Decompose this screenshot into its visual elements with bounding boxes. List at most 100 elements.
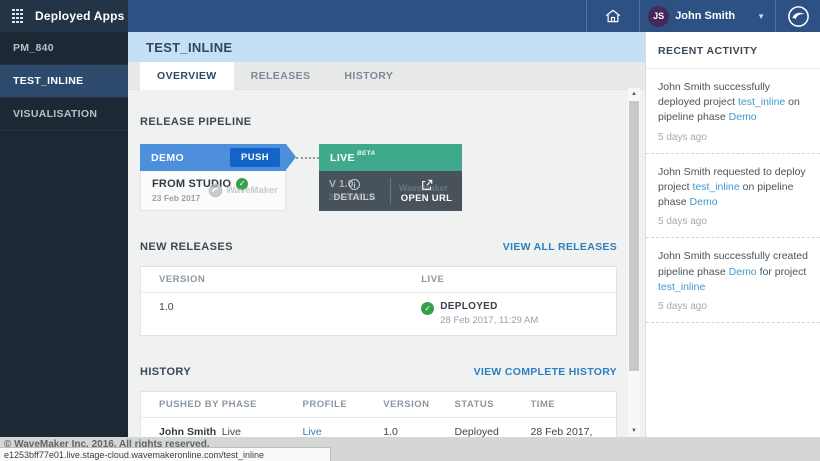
open-url-label: OPEN URL — [401, 193, 453, 204]
open-url-button[interactable]: OPEN URL — [391, 171, 462, 211]
new-releases-table-header: VERSION LIVE — [141, 267, 616, 293]
column-header-phase: PHASE — [222, 399, 303, 410]
activity-timestamp: 5 days ago — [658, 301, 808, 312]
tab-history[interactable]: HISTORY — [327, 62, 410, 90]
column-header-time: TIME — [531, 399, 617, 410]
history-time-cell: 28 Feb 2017, — [531, 426, 617, 437]
sidebar-item-label: PM_840 — [13, 42, 54, 54]
list-item: John Smith successfully created pipeline… — [646, 238, 820, 323]
live-phase-label: LIVE — [330, 152, 355, 164]
topbar-actions: JS John Smith ▼ — [128, 0, 820, 32]
deployed-time: 28 Feb 2017, 11:29 AM — [440, 315, 538, 326]
history-heading: HISTORY — [140, 366, 191, 378]
table-row: 1.0 ✓ DEPLOYED 28 Feb 2017, 11:29 AM — [141, 293, 616, 335]
topbar: Deployed Apps JS John Smith ▼ — [0, 0, 820, 32]
sidebar-item-label: TEST_INLINE — [13, 75, 83, 87]
topbar-brand-area: Deployed Apps — [0, 0, 128, 32]
release-live-cell: ✓ DEPLOYED 28 Feb 2017, 11:29 AM — [421, 301, 616, 326]
new-releases-heading: NEW RELEASES — [140, 241, 233, 253]
sidebar-item-test-inline[interactable]: TEST_INLINE — [0, 65, 128, 98]
phase-link[interactable]: Demo — [729, 266, 757, 278]
page-title: TEST_INLINE — [146, 40, 232, 55]
activity-text: John Smith requested to deploy project t… — [658, 165, 808, 211]
tab-overview[interactable]: OVERVIEW — [140, 62, 234, 90]
recent-activity-heading: RECENT ACTIVITY — [646, 32, 820, 69]
history-version-cell: 1.0 — [383, 426, 454, 437]
list-item: John Smith successfully deployed project… — [646, 69, 820, 154]
overview-content: RELEASE PIPELINE DEMO PUSH FROM STUDIO ✓… — [128, 90, 645, 437]
live-phase-card: LIVE BETA V 1.0 28 Feb 2017 WaveMaker i — [319, 144, 462, 211]
history-table: PUSHED BY PHASE PROFILE VERSION STATUS T… — [140, 391, 617, 437]
tabbar: OVERVIEW RELEASES HISTORY — [128, 62, 645, 90]
release-pipeline: DEMO PUSH FROM STUDIO ✓ 23 Feb 2017 — [140, 144, 617, 211]
wavemaker-logo-icon — [776, 0, 820, 32]
details-label: DETAILS — [333, 192, 375, 203]
beta-badge: BETA — [357, 150, 375, 157]
activity-text: John Smith successfully deployed project… — [658, 80, 808, 126]
main-area: TEST_INLINE OVERVIEW RELEASES HISTORY RE… — [128, 32, 645, 437]
history-phase-cell: Live — [222, 426, 303, 437]
column-header-status: STATUS — [455, 399, 531, 410]
user-name: John Smith — [675, 10, 735, 22]
demo-phase-label: DEMO — [151, 152, 184, 164]
history-profile-link[interactable]: Live — [303, 426, 384, 437]
history-status-cell: Deployed — [455, 426, 531, 437]
release-version-cell: 1.0 — [141, 301, 421, 313]
user-menu[interactable]: JS John Smith ▼ — [640, 0, 775, 32]
activity-segment: for project — [757, 266, 807, 278]
avatar: JS — [648, 6, 669, 27]
status-url: e1253bff77e01.live.stage-cloud.wavemaker… — [4, 450, 264, 460]
project-link[interactable]: test_inline — [658, 281, 705, 293]
column-header-version: VERSION — [141, 274, 421, 285]
deployed-check-icon: ✓ — [421, 302, 434, 315]
phase-link[interactable]: Demo — [729, 111, 757, 123]
push-button[interactable]: PUSH — [230, 148, 280, 167]
list-item: John Smith requested to deploy project t… — [646, 154, 820, 239]
app-title: Deployed Apps — [35, 9, 125, 23]
view-complete-history-link[interactable]: VIEW COMPLETE HISTORY — [474, 366, 617, 378]
release-pipeline-heading: RELEASE PIPELINE — [140, 116, 617, 128]
info-icon: i — [349, 179, 360, 190]
scrollbar-thumb[interactable] — [629, 101, 639, 371]
history-table-header: PUSHED BY PHASE PROFILE VERSION STATUS T… — [141, 392, 616, 418]
home-button[interactable] — [587, 0, 639, 32]
deployed-apps-screen: Deployed Apps JS John Smith ▼ — [0, 0, 820, 461]
demo-phase-header: DEMO PUSH — [140, 144, 286, 171]
view-all-releases-link[interactable]: VIEW ALL RELEASES — [503, 241, 617, 253]
sidebar-item-label: VISUALISATION — [13, 108, 97, 120]
column-header-version: VERSION — [383, 399, 454, 410]
activity-text: John Smith successfully created pipeline… — [658, 249, 808, 295]
project-link[interactable]: test_inline — [738, 96, 785, 108]
tab-releases[interactable]: RELEASES — [234, 62, 328, 90]
vertical-scrollbar[interactable]: ▲ ▼ — [628, 88, 640, 437]
pipeline-connector — [296, 157, 319, 159]
live-phase-header: LIVE BETA — [319, 144, 462, 171]
chevron-down-icon: ▼ — [757, 12, 765, 21]
demo-phase-card: DEMO PUSH FROM STUDIO ✓ 23 Feb 2017 — [140, 144, 286, 211]
column-header-profile: PROFILE — [303, 399, 384, 410]
project-link[interactable]: test_inline — [692, 181, 739, 193]
new-releases-table: VERSION LIVE 1.0 ✓ DEPLOYED 28 Feb 2017,… — [140, 266, 617, 336]
activity-timestamp: 5 days ago — [658, 132, 808, 143]
pipeline-arrow-icon — [286, 144, 296, 170]
details-button[interactable]: i DETAILS — [319, 171, 390, 211]
page-header: TEST_INLINE — [128, 32, 645, 62]
link-preview-statusbar: e1253bff77e01.live.stage-cloud.wavemaker… — [0, 447, 331, 461]
column-header-live: LIVE — [421, 274, 616, 285]
sidebar-item-pm-840[interactable]: PM_840 — [0, 32, 128, 65]
apps-grid-icon[interactable] — [12, 9, 23, 24]
home-icon — [604, 7, 622, 25]
sidebar-item-visualisation[interactable]: VISUALISATION — [0, 98, 128, 131]
sidebar: PM_840 TEST_INLINE VISUALISATION — [0, 32, 128, 437]
activity-timestamp: 5 days ago — [658, 216, 808, 227]
column-header-pushed-by: PUSHED BY — [141, 399, 222, 410]
demo-phase-body: FROM STUDIO ✓ 23 Feb 2017 WaveMaker — [140, 171, 286, 211]
wavemaker-watermark-icon: WaveMaker — [208, 183, 278, 198]
scroll-up-icon[interactable]: ▲ — [628, 88, 640, 100]
recent-activity-panel: RECENT ACTIVITY John Smith successfully … — [645, 32, 820, 437]
live-phase-body: V 1.0 28 Feb 2017 WaveMaker i DETAILS — [319, 171, 462, 211]
phase-link[interactable]: Demo — [690, 196, 718, 208]
open-url-icon — [421, 179, 433, 191]
deployed-status: DEPLOYED — [440, 301, 538, 312]
scroll-down-icon[interactable]: ▼ — [628, 425, 640, 437]
